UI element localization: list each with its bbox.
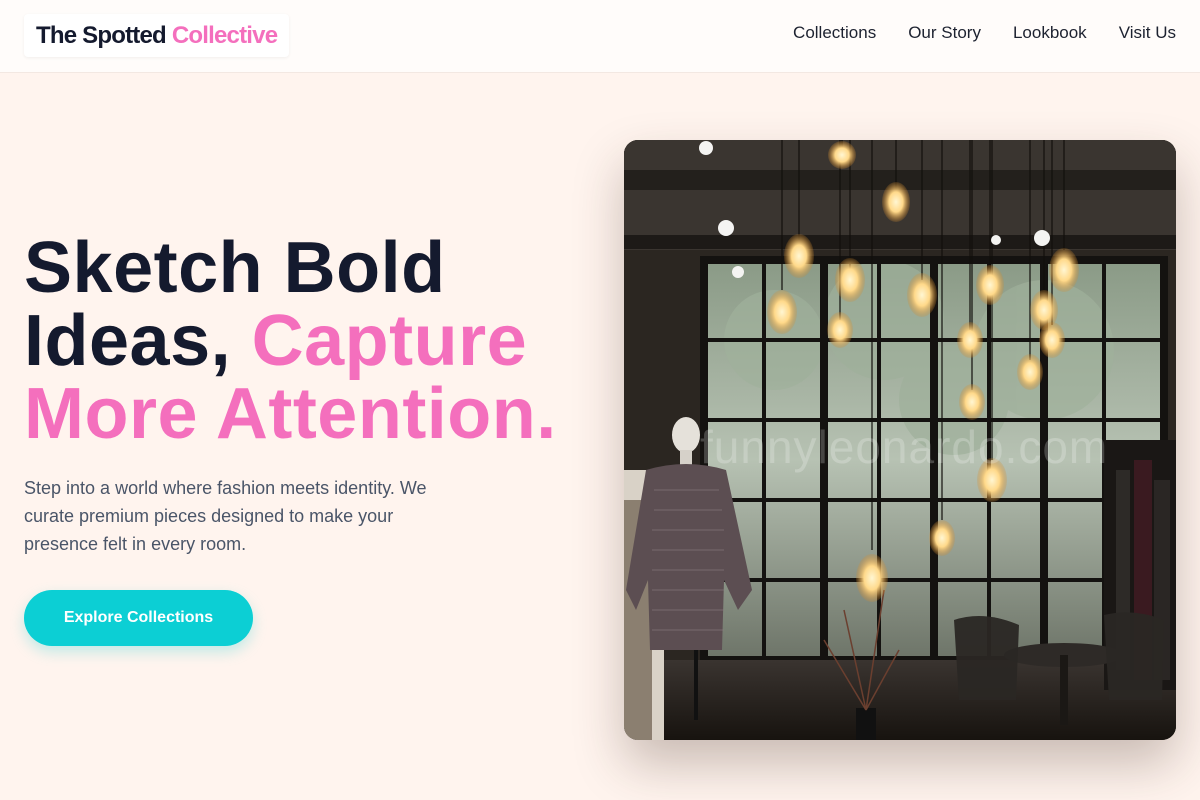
nav-link-visit-us[interactable]: Visit Us [1119, 22, 1176, 44]
logo[interactable]: The Spotted Collective [24, 14, 290, 57]
nav-link-collections[interactable]: Collections [793, 22, 876, 44]
site-header: The Spotted Collective Collections Our S… [0, 0, 1200, 73]
explore-collections-button[interactable]: Explore Collections [24, 590, 253, 646]
hero-title-line1: Sketch Bold [24, 228, 446, 308]
hero-title: Sketch Bold Ideas, Capture More Attentio… [24, 232, 604, 451]
hero-title-highlight-attention: More Attention. [24, 374, 557, 454]
hero-subtitle: Step into a world where fashion meets id… [24, 478, 427, 554]
hero-title-highlight-capture: Capture [251, 301, 528, 381]
main-nav: Collections Our Story Lookbook Visit Us [793, 22, 1176, 44]
logo-primary-text: The Spotted [36, 21, 167, 49]
nav-link-lookbook[interactable]: Lookbook [1013, 22, 1087, 44]
nav-link-our-story[interactable]: Our Story [908, 22, 981, 44]
hero-title-line2: Ideas, [24, 301, 252, 381]
photo-watermark: funnyleonardo.com [700, 421, 1109, 473]
logo-accent-text: Collective [171, 21, 278, 49]
